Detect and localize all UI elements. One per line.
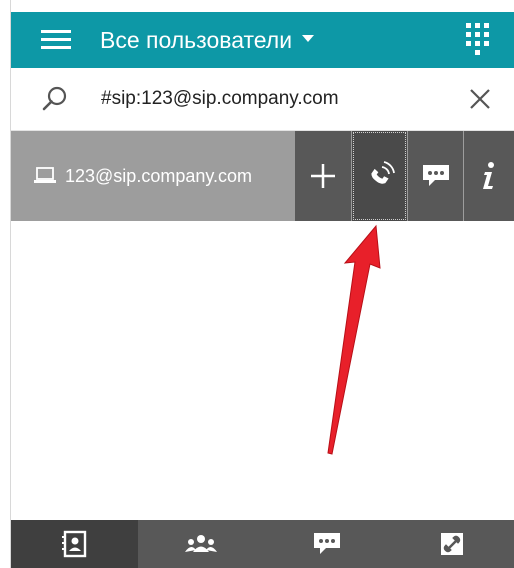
chat-button[interactable]	[408, 131, 463, 221]
info-button[interactable]	[464, 131, 514, 221]
tab-groups[interactable]	[138, 520, 264, 568]
tab-chats[interactable]	[264, 520, 389, 568]
info-icon	[483, 162, 494, 189]
chevron-down-icon	[302, 35, 315, 43]
window-left-margin	[0, 0, 10, 568]
search-icon	[41, 85, 69, 113]
search-input[interactable]	[101, 87, 441, 111]
phone-icon	[440, 533, 463, 555]
user-filter-dropdown[interactable]: Все пользователи	[100, 26, 315, 54]
page-title: Все пользователи	[100, 27, 293, 53]
result-label: 123@sip.company.com	[33, 164, 252, 188]
close-icon[interactable]	[469, 88, 491, 110]
app-header: Все пользователи	[11, 12, 514, 68]
laptop-icon	[33, 165, 57, 185]
bottom-navigation	[11, 520, 514, 568]
phone-call-icon	[370, 161, 395, 184]
hamburger-menu-icon[interactable]	[41, 28, 71, 52]
search-bar	[11, 68, 514, 131]
chat-icon	[422, 165, 449, 186]
row-actions	[295, 131, 514, 221]
search-result-row[interactable]: 123@sip.company.com	[11, 131, 514, 221]
sip-address: 123@sip.company.com	[65, 166, 253, 186]
tab-calls[interactable]	[389, 520, 514, 568]
chat-icon	[313, 533, 340, 554]
plus-icon	[311, 164, 335, 188]
contacts-icon	[61, 530, 86, 558]
group-icon	[185, 535, 217, 552]
add-button[interactable]	[295, 131, 351, 221]
tab-contacts[interactable]	[11, 520, 138, 568]
dialpad-icon[interactable]	[465, 22, 491, 58]
call-button[interactable]	[352, 131, 407, 221]
